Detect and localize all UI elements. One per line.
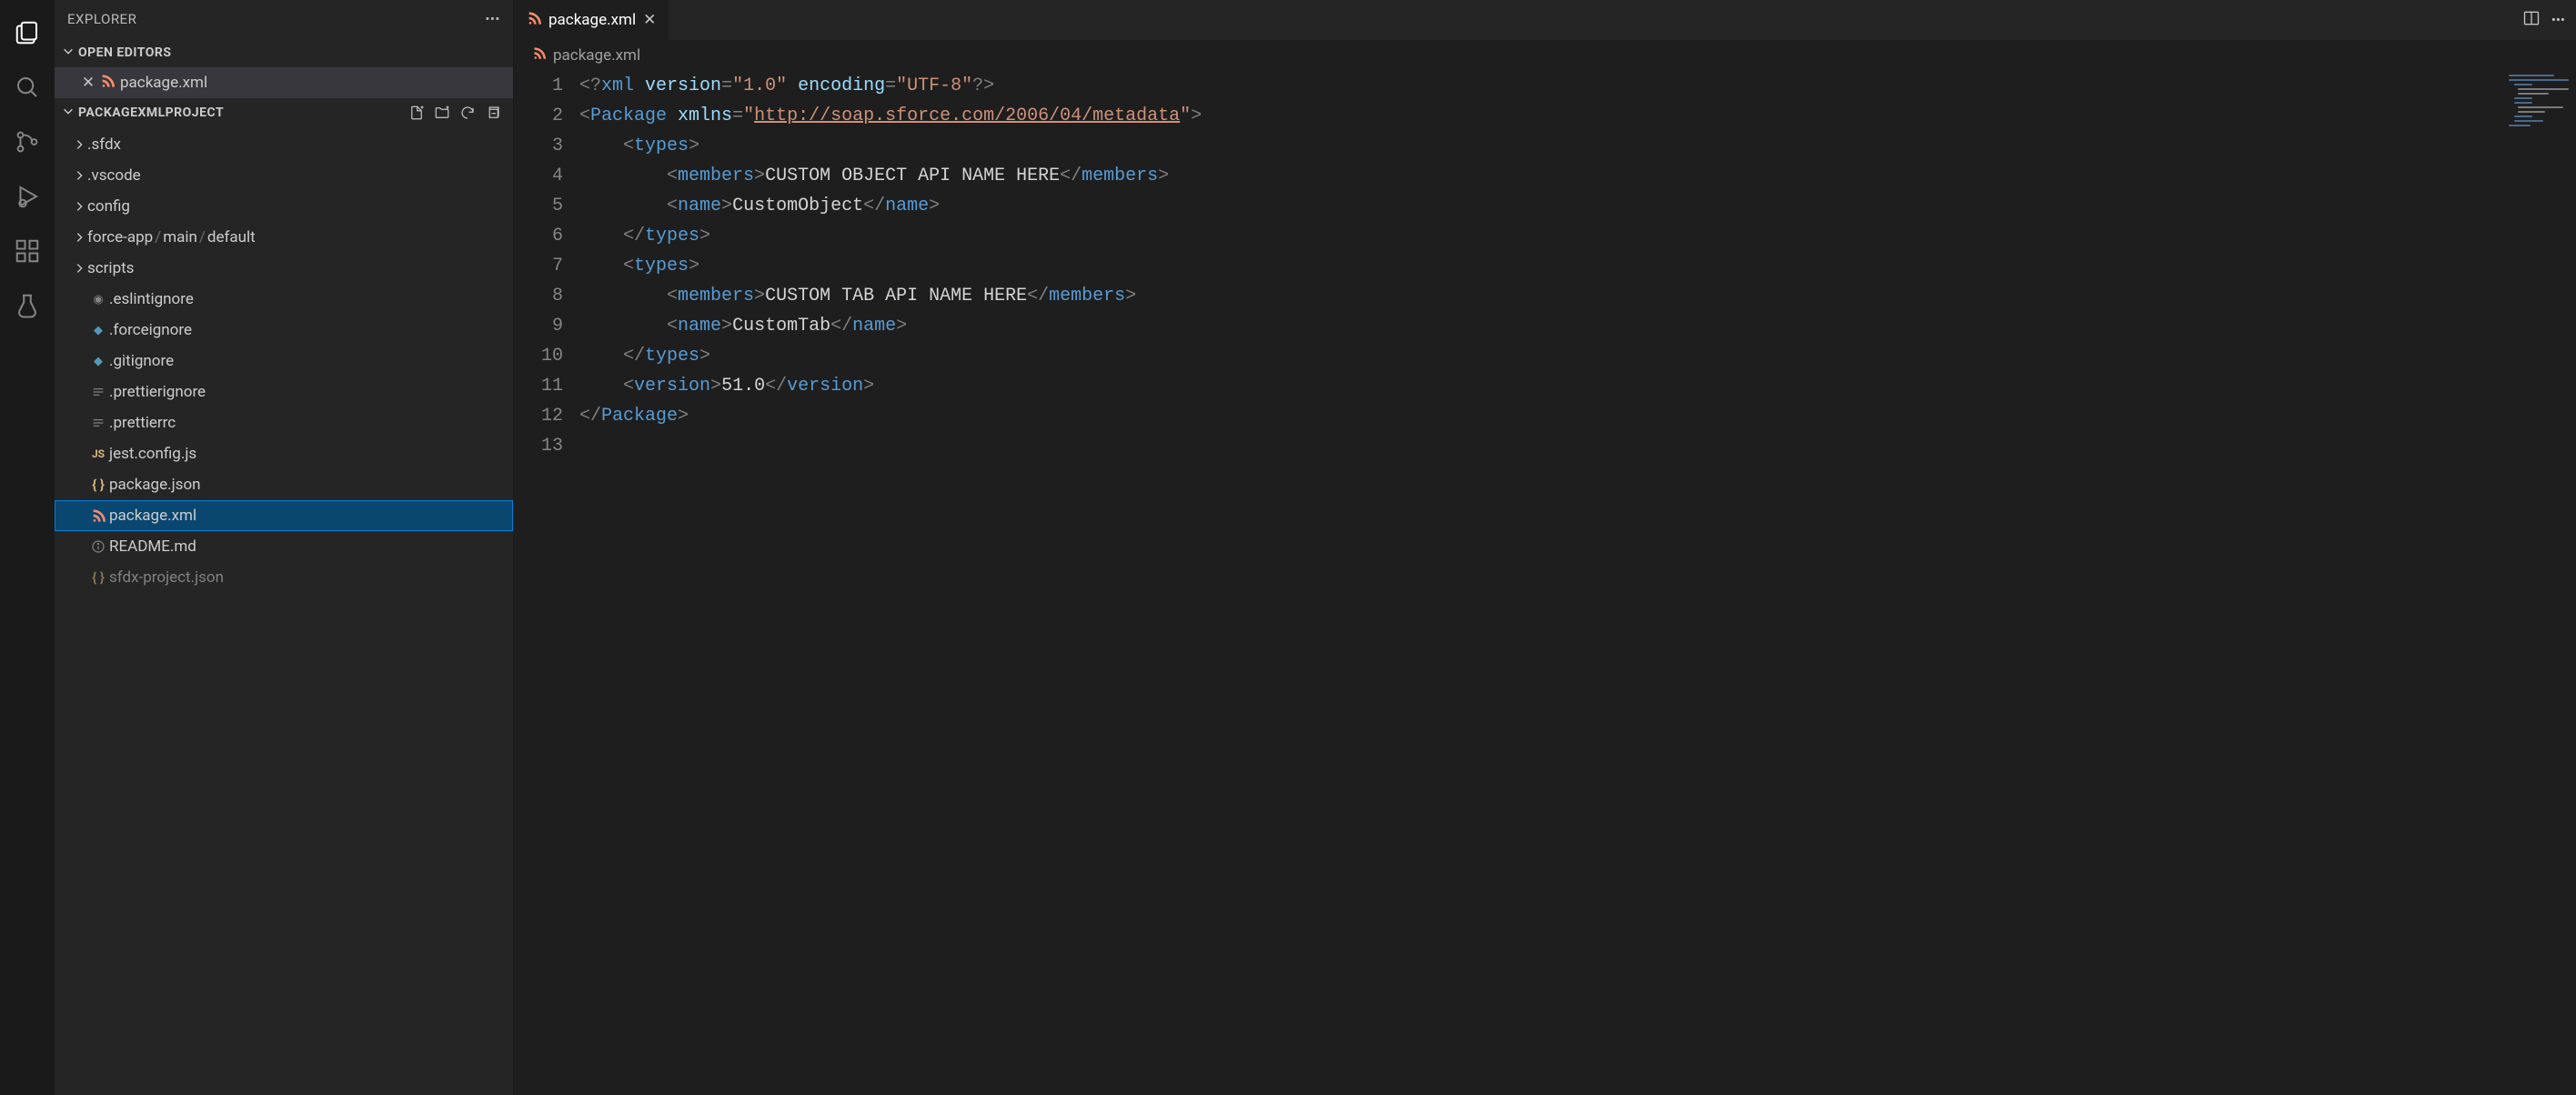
info-icon <box>87 539 109 554</box>
sidebar-more-icon[interactable]: ••• <box>485 11 500 27</box>
breadcrumb-label: package.xml <box>553 46 640 65</box>
tree-label: package.xml <box>109 507 196 525</box>
new-folder-icon[interactable] <box>429 100 455 126</box>
tree-label: .sfdx <box>87 136 121 154</box>
project-header[interactable]: PACKAGEXMLPROJECT <box>55 98 513 127</box>
tab-label: package.xml <box>548 11 636 29</box>
testing-activity-icon[interactable] <box>0 278 55 333</box>
chevron-down-icon <box>62 45 75 61</box>
tree-label: sfdx-project.json <box>109 568 224 587</box>
editor-area: package.xml ✕ ••• package.xml 1234567891… <box>514 0 2576 1095</box>
close-icon[interactable]: ✕ <box>643 11 656 29</box>
code-content[interactable]: <?xml version="1.0" encoding="UTF-8"?><P… <box>579 71 2576 1095</box>
chevron-down-icon <box>62 105 75 121</box>
tree-label: .prettierignore <box>109 383 206 401</box>
json-icon: { } <box>87 569 109 586</box>
explorer-sidebar: EXPLORER ••• OPEN EDITORS ✕ package.xml … <box>55 0 514 1095</box>
tree-folder[interactable]: .vscode <box>55 160 513 191</box>
tree-label: .prettierrc <box>109 414 176 432</box>
tree-label: README.md <box>109 537 196 556</box>
tab-package-xml[interactable]: package.xml ✕ <box>514 0 669 40</box>
json-icon: { } <box>87 477 109 493</box>
line-gutter: 12345678910111213 <box>514 71 579 1095</box>
tree-label: .eslintignore <box>109 290 194 308</box>
project-header-label: PACKAGEXMLPROJECT <box>78 105 224 120</box>
code-editor[interactable]: 12345678910111213 <?xml version="1.0" en… <box>514 71 2576 1095</box>
open-editors-label: OPEN EDITORS <box>78 45 172 60</box>
editor-more-icon[interactable]: ••• <box>2551 12 2565 28</box>
chevron-right-icon <box>71 138 87 151</box>
open-editor-item-label: package.xml <box>120 74 207 92</box>
rss-icon <box>87 508 109 523</box>
chevron-right-icon <box>71 262 87 275</box>
tree-file[interactable]: .prettierignore <box>55 377 513 407</box>
tree-label: jest.config.js <box>109 445 196 463</box>
tree-folder[interactable]: force-app/main/default <box>55 222 513 253</box>
chevron-right-icon <box>71 169 87 182</box>
tree-label: scripts <box>87 259 134 277</box>
diamond-icon: ◆ <box>87 355 109 368</box>
circle-icon: ◉ <box>87 293 109 306</box>
tree-file[interactable]: ◆.forceignore <box>55 315 513 346</box>
source-control-activity-icon[interactable] <box>0 115 55 169</box>
chevron-right-icon <box>71 200 87 213</box>
lines-icon <box>87 416 109 430</box>
tree-file[interactable]: README.md <box>55 531 513 562</box>
tree-folder[interactable]: scripts <box>55 253 513 284</box>
tree-file[interactable]: ◆.gitignore <box>55 346 513 377</box>
js-icon: JS <box>87 447 109 460</box>
tree-file[interactable]: ◉.eslintignore <box>55 284 513 315</box>
extensions-activity-icon[interactable] <box>0 224 55 278</box>
tree-label: .forceignore <box>109 321 192 339</box>
open-editors-header[interactable]: OPEN EDITORS <box>55 38 513 67</box>
explorer-activity-icon[interactable] <box>0 5 55 60</box>
tree-folder[interactable]: .sfdx <box>55 129 513 160</box>
chevron-right-icon <box>71 231 87 244</box>
lines-icon <box>87 385 109 399</box>
tree-label: force-app/main/default <box>87 228 256 246</box>
tree-file[interactable]: { }sfdx-project.json <box>55 562 513 593</box>
file-tree: .sfdx .vscode config force-app/main/default… <box>55 127 513 595</box>
tree-file[interactable]: package.xml <box>55 500 513 531</box>
sidebar-title-label: EXPLORER <box>67 11 136 27</box>
tree-folder[interactable]: config <box>55 191 513 222</box>
rss-icon <box>527 11 541 30</box>
rss-icon <box>100 74 115 93</box>
new-file-icon[interactable] <box>404 100 429 126</box>
tree-label: package.json <box>109 476 201 494</box>
open-editor-item[interactable]: ✕ package.xml <box>55 67 513 98</box>
collapse-all-icon[interactable] <box>480 100 506 126</box>
sidebar-title-row: EXPLORER ••• <box>55 0 513 38</box>
rss-icon <box>532 46 546 65</box>
tree-file[interactable]: .prettierrc <box>55 407 513 438</box>
refresh-icon[interactable] <box>455 100 480 126</box>
close-icon[interactable]: ✕ <box>76 74 100 92</box>
run-debug-activity-icon[interactable] <box>0 169 55 224</box>
tree-file[interactable]: JSjest.config.js <box>55 438 513 469</box>
split-editor-icon[interactable] <box>2522 9 2541 31</box>
breadcrumb[interactable]: package.xml <box>514 40 2576 71</box>
tree-label: .vscode <box>87 166 141 185</box>
minimap[interactable] <box>2505 71 2576 180</box>
tree-label: .gitignore <box>109 352 174 370</box>
search-activity-icon[interactable] <box>0 60 55 115</box>
tree-label: config <box>87 197 130 216</box>
tab-bar: package.xml ✕ ••• <box>514 0 2576 40</box>
diamond-icon: ◆ <box>87 324 109 337</box>
activity-bar <box>0 0 55 1095</box>
tree-file[interactable]: { }package.json <box>55 469 513 500</box>
